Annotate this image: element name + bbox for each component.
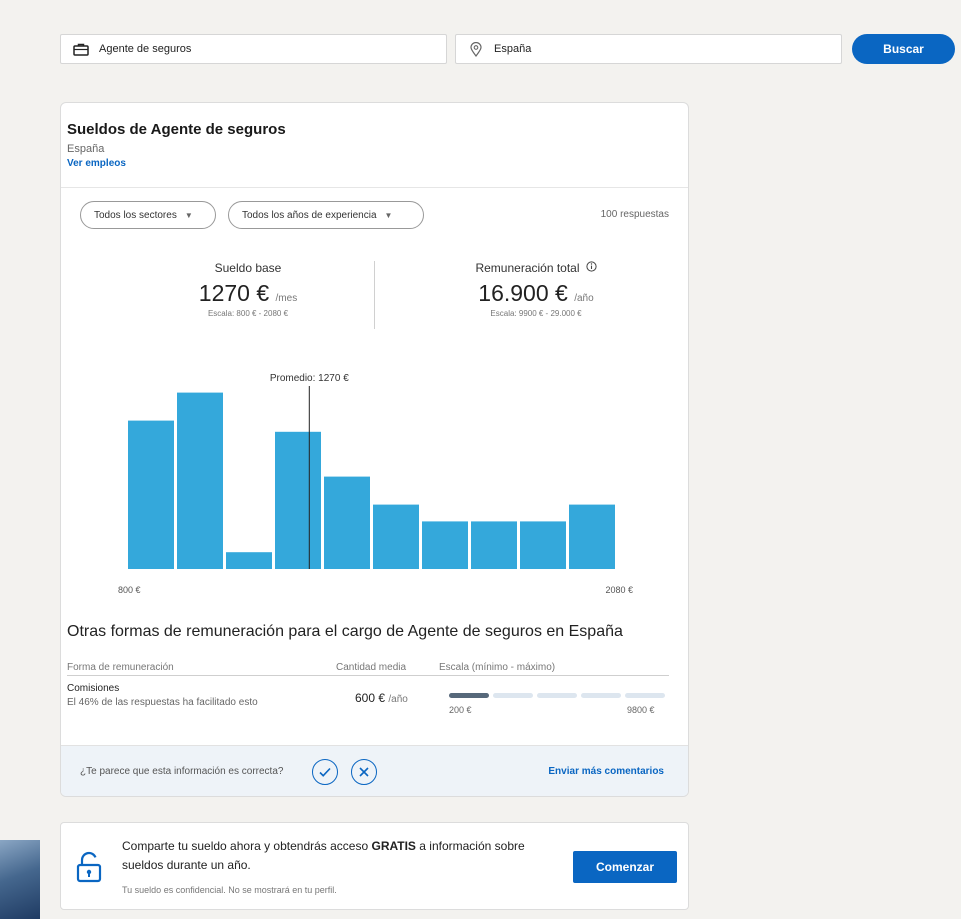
close-icon	[359, 767, 369, 777]
keyword-value: Agente de seguros	[99, 43, 192, 55]
comp-amount-unit: /año	[388, 694, 408, 705]
promo-text-start: Comparte tu sueldo ahora y obtendrás acc…	[122, 839, 372, 853]
salary-location: España	[67, 143, 105, 155]
base-salary-range: Escala: 800 € - 2080 €	[207, 309, 289, 318]
header-avg-amount: Cantidad media	[336, 662, 407, 673]
comp-amount: 600 €	[355, 691, 386, 705]
location-search-input[interactable]: España	[455, 34, 842, 64]
salary-card-header: Sueldos de Agente de seguros España Ver …	[61, 103, 688, 188]
histogram-bar	[128, 420, 174, 569]
table-row: Comisiones El 46% de las respuestas ha f…	[67, 676, 669, 718]
histogram-bar	[275, 431, 321, 569]
histogram-bar	[471, 521, 517, 569]
promo-note: Tu sueldo es confidencial. No se mostrar…	[122, 885, 337, 895]
comp-range-min: 200 €	[449, 705, 472, 715]
briefcase-icon	[71, 41, 91, 57]
other-comp-table: Forma de remuneración Cantidad media Esc…	[67, 662, 669, 718]
promo-text: Comparte tu sueldo ahora y obtendrás acc…	[122, 837, 552, 875]
histogram-bar	[569, 504, 615, 569]
base-salary-stat: Sueldo base 1270 € /mes Escala: 800 € - …	[123, 261, 373, 318]
checkmark-icon	[319, 767, 331, 777]
filter-row: Todos los sectores ▼ Todos los años de e…	[80, 201, 669, 229]
range-segment	[493, 693, 533, 698]
total-comp-value: 16.900 €	[478, 280, 568, 306]
comp-range-bar	[449, 693, 665, 698]
range-segment	[581, 693, 621, 698]
search-button[interactable]: Buscar	[852, 34, 955, 64]
histogram-bar	[226, 552, 272, 569]
base-salary-label: Sueldo base	[214, 261, 282, 275]
unlock-icon	[75, 851, 103, 888]
feedback-bar: ¿Te parece que esta información es corre…	[61, 745, 688, 796]
range-segment	[449, 693, 489, 698]
salary-card: Sueldos de Agente de seguros España Ver …	[60, 102, 689, 797]
salary-distribution-chart: Promedio: 1270 € 800 € 2080 €	[118, 373, 633, 595]
info-icon[interactable]	[585, 261, 597, 275]
caret-down-icon: ▼	[384, 210, 393, 220]
comp-range-max: 9800 €	[627, 705, 655, 715]
total-comp-label: Remuneración total	[475, 261, 580, 275]
histogram-bar	[324, 476, 370, 569]
histogram-bar	[373, 504, 419, 569]
feedback-yes-button[interactable]	[312, 759, 338, 785]
start-button[interactable]: Comenzar	[573, 851, 677, 883]
search-bar: Agente de seguros España Buscar	[60, 34, 961, 64]
table-header: Forma de remuneración Cantidad media Esc…	[67, 662, 669, 676]
see-jobs-link[interactable]: Ver empleos	[67, 158, 688, 169]
x-axis-start-label: 800 €	[118, 585, 141, 595]
other-comp-title: Otras formas de remuneración para el car…	[67, 623, 623, 640]
keyword-search-input[interactable]: Agente de seguros	[60, 34, 447, 64]
histogram-bar	[177, 392, 223, 569]
salary-stats: Sueldo base 1270 € /mes Escala: 800 € - …	[61, 261, 688, 331]
caret-down-icon: ▼	[184, 210, 193, 220]
average-marker-label: Promedio: 1270 €	[270, 373, 349, 384]
comp-type-desc: El 46% de las respuestas ha facilitado e…	[67, 697, 258, 708]
total-comp-unit: /año	[574, 293, 594, 304]
background-photo	[0, 840, 40, 919]
promo-text-bold: GRATIS	[371, 839, 416, 853]
header-range: Escala (mínimo - máximo)	[439, 662, 556, 673]
total-comp-range: Escala: 9900 € - 29.000 €	[490, 309, 582, 318]
histogram-bar	[520, 521, 566, 569]
base-salary-value: 1270 €	[198, 280, 270, 306]
share-salary-promo: Comparte tu sueldo ahora y obtendrás acc…	[60, 822, 689, 910]
histogram-bar	[422, 521, 468, 569]
total-comp-stat: Remuneración total 16.900 € /año Escala:…	[411, 261, 661, 318]
stats-divider	[374, 261, 375, 329]
location-pin-icon	[466, 41, 486, 57]
base-salary-unit: /mes	[275, 293, 298, 304]
response-count: 100 respuestas	[600, 209, 669, 220]
range-segment	[537, 693, 577, 698]
location-value: España	[494, 43, 532, 55]
send-feedback-link[interactable]: Enviar más comentarios	[548, 766, 664, 777]
salary-title: Sueldos de Agente de seguros	[67, 121, 286, 138]
sector-filter-label: Todos los sectores	[94, 209, 177, 221]
experience-filter-label: Todos los años de experiencia	[242, 209, 377, 221]
feedback-no-button[interactable]	[351, 759, 377, 785]
comp-type-name: Comisiones	[67, 683, 120, 694]
feedback-question: ¿Te parece que esta información es corre…	[80, 766, 284, 777]
x-axis-end-label: 2080 €	[605, 585, 633, 595]
range-segment	[625, 693, 665, 698]
sector-filter[interactable]: Todos los sectores ▼	[80, 201, 216, 229]
header-comp-type: Forma de remuneración	[67, 662, 174, 673]
experience-filter[interactable]: Todos los años de experiencia ▼	[228, 201, 424, 229]
